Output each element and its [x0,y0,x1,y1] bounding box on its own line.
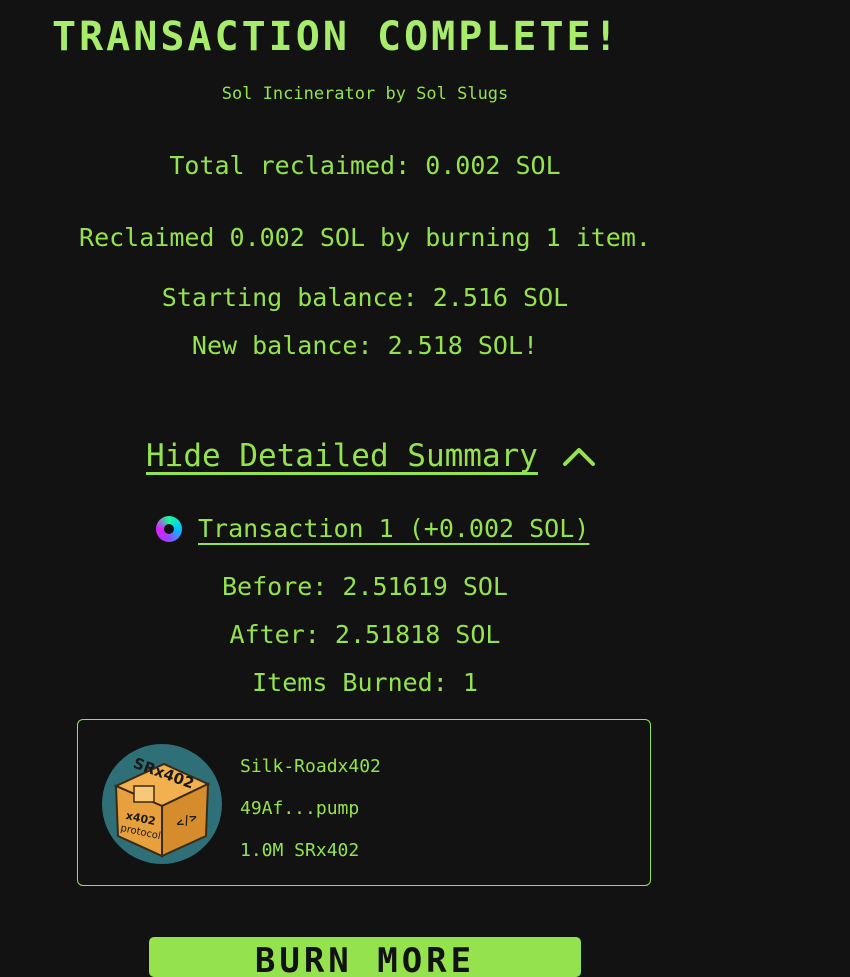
before-balance: Before: 2.51619 SOL [222,572,508,601]
items-burned: Items Burned: 1 [252,668,478,697]
chevron-up-icon[interactable] [562,445,596,467]
total-reclaimed: Total reclaimed: 0.002 SOL [169,151,561,180]
transaction-link[interactable]: Transaction 1 (+0.002 SOL) [156,514,589,543]
app-subtitle: Sol Incinerator by Sol Slugs [221,84,509,104]
reclaimed-summary: Reclaimed 0.002 SOL by burning 1 item. [79,223,651,252]
new-balance: New balance: 2.518 SOL! [191,331,539,360]
token-name: Silk-Roadx402 [240,756,381,777]
burned-token-card: SRx402 x402 protocol </> Silk-Roadx402 4… [77,719,651,886]
page-title: TRANSACTION COMPLETE! [52,14,621,60]
token-address: 49Af...pump [240,798,360,819]
token-amount: 1.0M SRx402 [240,840,360,861]
hide-detailed-summary-toggle[interactable]: Hide Detailed Summary [146,438,596,474]
burn-more-button[interactable]: BURN MORE [149,937,581,977]
token-image: SRx402 x402 protocol </> [102,744,222,864]
after-balance: After: 2.51818 SOL [229,620,501,649]
toggle-label[interactable]: Hide Detailed Summary [146,438,538,474]
transaction-label[interactable]: Transaction 1 (+0.002 SOL) [198,514,589,543]
solana-icon [156,515,182,542]
starting-balance: Starting balance: 2.516 SOL [161,283,569,312]
